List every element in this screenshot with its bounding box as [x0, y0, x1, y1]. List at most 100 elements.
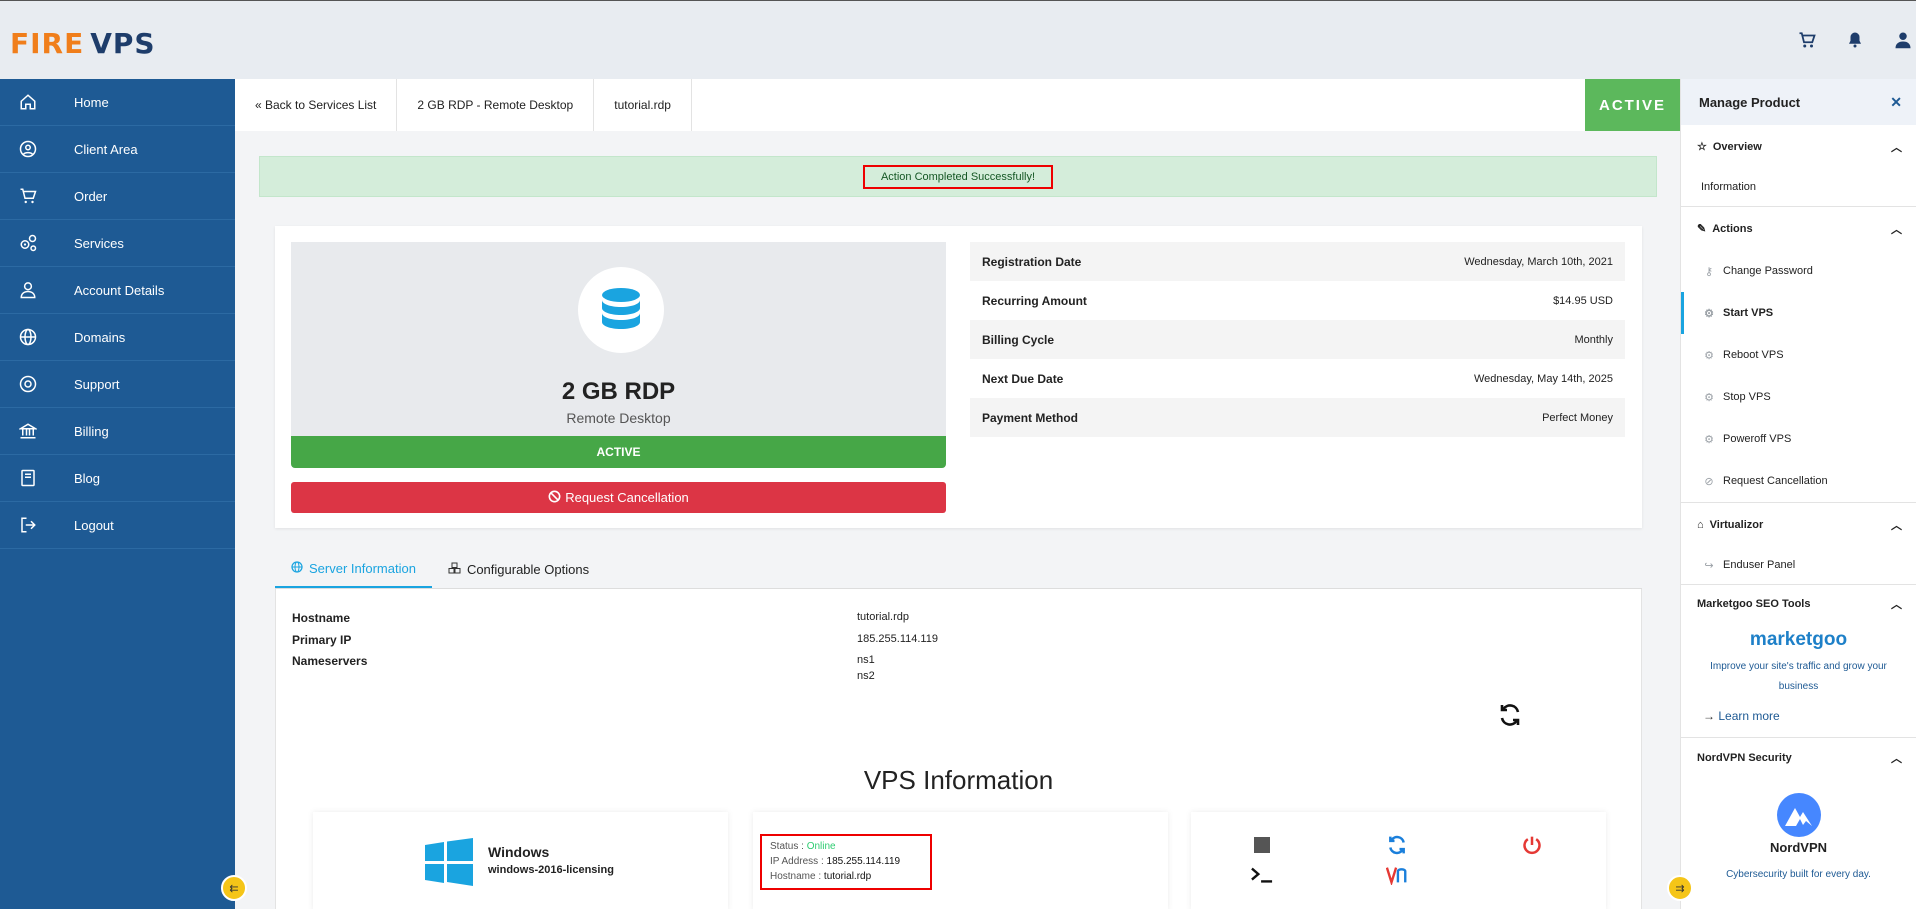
sidebar-item-home[interactable]: Home — [0, 79, 235, 126]
user-icon — [18, 280, 38, 300]
menu-item-label: Information — [1701, 181, 1757, 193]
sidebar-item-label: Account Details — [74, 282, 165, 298]
cubes-icon — [448, 562, 461, 577]
restart-icon[interactable] — [1386, 834, 1408, 856]
chevron-up-icon: ︿ — [1891, 519, 1902, 532]
primary-ip-value: 185.255.114.119 — [857, 633, 938, 645]
nordvpn-logo: NordVPN — [1681, 792, 1916, 855]
breadcrumb-product[interactable]: 2 GB RDP - Remote Desktop — [397, 79, 595, 131]
manage-product-title: Manage Product — [1699, 94, 1801, 110]
sidebar-item-order[interactable]: Order — [0, 173, 235, 220]
globe-icon — [291, 560, 303, 576]
manage-product-panel: Manage Product ✕ ☆ Overview ︿ Information… — [1680, 79, 1916, 909]
sidebar-item-account-details[interactable]: Account Details — [0, 267, 235, 314]
menu-item-start-vps[interactable]: ⚙ Start VPS — [1681, 292, 1916, 334]
marketgoo-text: Improve your site's traffic and grow you… — [1710, 661, 1887, 692]
tab-configurable-options[interactable]: Configurable Options — [432, 550, 605, 588]
gears-icon — [18, 233, 38, 253]
overview-section: ☆ Overview ︿ Information — [1681, 125, 1916, 207]
nameserver-1: ns1 — [857, 654, 875, 666]
star-icon: ☆ — [1697, 141, 1707, 153]
cogs-icon: ⚙ — [1704, 433, 1714, 446]
vnc-icon[interactable] — [1386, 864, 1408, 886]
windows-icon — [425, 838, 473, 889]
sidebar-item-logout[interactable]: Logout — [0, 502, 235, 549]
actions-toggle[interactable]: ✎ Actions ︿ — [1681, 207, 1916, 250]
logo[interactable]: FIRE VPS — [10, 19, 156, 67]
table-row: Payment Method Perfect Money — [970, 398, 1625, 437]
tab-server-information[interactable]: Server Information — [275, 550, 432, 588]
chevron-up-icon: ︿ — [1891, 599, 1902, 611]
manage-product-header: Manage Product ✕ — [1681, 79, 1916, 125]
chevron-up-icon: ︿ — [1891, 753, 1902, 765]
stop-icon[interactable] — [1251, 834, 1273, 856]
share-icon: ↪ — [1704, 559, 1714, 572]
sidebar-item-label: Support — [74, 376, 120, 392]
nameserver-2: ns2 — [857, 670, 875, 682]
menu-item-change-password[interactable]: ⚷ Change Password — [1681, 250, 1916, 292]
section-title: Virtualizor — [1709, 518, 1764, 531]
refresh-icon[interactable] — [1498, 703, 1522, 727]
power-icon[interactable] — [1521, 834, 1543, 856]
user-circle-icon — [18, 139, 38, 159]
menu-item-label: Poweroff VPS — [1723, 433, 1792, 445]
hostname-value: tutorial.rdp — [857, 611, 909, 623]
sidebar-item-domains[interactable]: Domains — [0, 314, 235, 361]
key-icon: ⚷ — [1704, 265, 1714, 278]
menu-item-reboot-vps[interactable]: ⚙ Reboot VPS — [1681, 334, 1916, 376]
request-cancellation-button[interactable]: Request Cancellation — [291, 482, 946, 513]
product-card: 2 GB RDP Remote Desktop ACTIVE Request C… — [275, 226, 1642, 528]
user-icon[interactable] — [1894, 31, 1912, 49]
console-icon[interactable] — [1251, 864, 1273, 886]
learn-more-link[interactable]: → Learn more — [1681, 697, 1916, 735]
globe-icon — [18, 327, 38, 347]
table-row: Next Due Date Wednesday, May 14th, 2025 — [970, 359, 1625, 398]
row-key: Payment Method — [982, 410, 1079, 425]
alert-message: Action Completed Successfully! — [862, 164, 1054, 189]
marketgoo-toggle[interactable]: Marketgoo SEO Tools ︿ — [1681, 585, 1916, 623]
wrench-icon: ✎ — [1697, 223, 1707, 235]
ban-icon — [548, 490, 561, 506]
sidebar-item-services[interactable]: Services — [0, 220, 235, 267]
back-to-services-link[interactable]: « Back to Services List — [235, 79, 398, 131]
ip-address-label: IP Address : — [770, 856, 824, 867]
logo-vps-text: VPS — [90, 26, 156, 60]
menu-item-request-cancellation[interactable]: ⊘ Request Cancellation — [1681, 460, 1916, 502]
vps-status-box: Status : Online IP Address : 185.255.114… — [760, 834, 932, 890]
collapse-panel-button[interactable]: ⇉ — [1667, 875, 1693, 901]
sidebar-item-billing[interactable]: Billing — [0, 408, 235, 455]
menu-item-label: Change Password — [1723, 265, 1813, 277]
table-row: Billing Cycle Monthly — [970, 320, 1625, 359]
menu-item-information[interactable]: Information — [1681, 168, 1916, 206]
collapse-sidebar-button[interactable]: ⇇ — [221, 875, 247, 901]
tab-label: Server Information — [309, 560, 416, 576]
sidebar-item-support[interactable]: Support — [0, 361, 235, 408]
menu-item-label: Stop VPS — [1723, 391, 1771, 403]
row-value: Wednesday, March 10th, 2021 — [1464, 255, 1613, 268]
arrow-right-icon: → — [1703, 709, 1715, 723]
learn-more-label: Learn more — [1718, 709, 1780, 723]
sidebar-item-client-area[interactable]: Client Area — [0, 126, 235, 173]
sidebar-item-blog[interactable]: Blog — [0, 455, 235, 502]
menu-item-poweroff-vps[interactable]: ⚙ Poweroff VPS — [1681, 418, 1916, 460]
hostname-label: Hostname — [292, 611, 351, 625]
close-icon[interactable]: ✕ — [1890, 94, 1902, 111]
nordvpn-text: Cybersecurity built for every day. — [1726, 869, 1871, 880]
product-box: 2 GB RDP Remote Desktop — [291, 242, 946, 436]
server-info-panel: Hostname tutorial.rdp Primary IP 185.255… — [275, 589, 1642, 909]
book-icon — [18, 468, 38, 488]
menu-item-enduser-panel[interactable]: ↪ Enduser Panel — [1681, 546, 1916, 584]
nordvpn-toggle[interactable]: NordVPN Security ︿ — [1681, 738, 1916, 778]
overview-toggle[interactable]: ☆ Overview ︿ — [1681, 125, 1916, 168]
virtualizor-toggle[interactable]: ⌂ Virtualizor ︿ — [1681, 503, 1916, 546]
row-key: Next Due Date — [982, 371, 1064, 386]
section-title: NordVPN Security — [1697, 752, 1792, 764]
billing-info-table: Registration Date Wednesday, March 10th, … — [970, 242, 1625, 437]
menu-item-stop-vps[interactable]: ⚙ Stop VPS — [1681, 376, 1916, 418]
sidebar-item-label: Order — [74, 188, 108, 204]
section-title: Actions — [1712, 222, 1753, 235]
sidebar-item-label: Home — [74, 94, 109, 110]
bell-icon[interactable] — [1846, 31, 1864, 49]
os-name: Windows — [488, 844, 550, 860]
cart-icon[interactable] — [1798, 31, 1816, 49]
